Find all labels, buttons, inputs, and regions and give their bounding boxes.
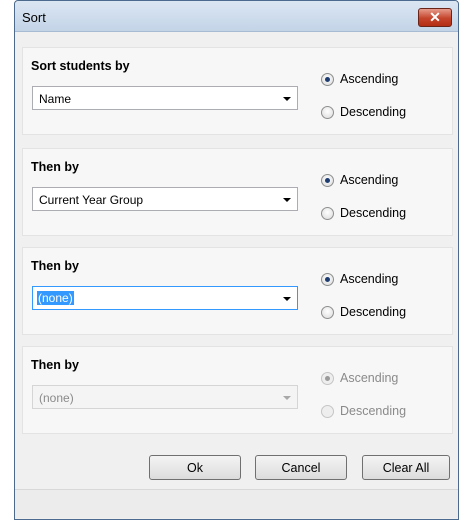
sort-students-by-label: Sort students by: [31, 59, 130, 73]
descending-radio-3[interactable]: Descending: [321, 304, 406, 320]
radio-button-icon: [321, 105, 334, 119]
then-by-label: Then by: [31, 160, 79, 174]
ascending-radio-4[interactable]: Ascending: [321, 370, 398, 386]
radio-button-icon: [321, 272, 334, 286]
sort-field-3-value: (none): [37, 291, 74, 305]
ascending-radio-3[interactable]: Ascending: [321, 271, 398, 287]
radio-button-icon: [321, 371, 334, 385]
sort-field-4-value: (none): [39, 391, 74, 405]
close-icon: ✕: [429, 9, 441, 25]
sort-group-2: Then by Current Year Group Ascending Des…: [22, 148, 453, 236]
chevron-down-icon: [283, 198, 291, 202]
descending-label: Descending: [340, 105, 407, 119]
then-by-label: Then by: [31, 259, 79, 273]
ascending-label: Ascending: [340, 173, 399, 187]
radio-button-icon: [321, 173, 334, 187]
then-by-label: Then by: [31, 358, 79, 372]
radio-button-icon: [321, 305, 334, 319]
descending-label: Descending: [340, 206, 407, 220]
sort-group-1: Sort students by Name Ascending Descendi…: [22, 47, 453, 135]
descending-radio-2[interactable]: Descending: [321, 205, 406, 221]
chevron-down-icon: [283, 297, 291, 301]
sort-field-1-dropdown[interactable]: Name: [32, 86, 298, 110]
sort-group-4: Then by (none) Ascending Descending: [22, 346, 453, 434]
ascending-label: Ascending: [340, 272, 399, 286]
descending-radio-1[interactable]: Descending: [321, 104, 406, 120]
radio-button-icon: [321, 404, 334, 418]
close-button[interactable]: ✕: [418, 8, 452, 27]
sort-field-2-value: Current Year Group: [39, 193, 144, 207]
chevron-down-icon: [283, 97, 291, 101]
cancel-button[interactable]: Cancel: [255, 455, 347, 480]
descending-label: Descending: [340, 404, 407, 418]
sort-field-1-value: Name: [39, 92, 72, 106]
sort-group-3: Then by (none) Ascending Descending: [22, 247, 453, 335]
chevron-down-icon: [283, 396, 291, 400]
dialog-footer: [15, 489, 458, 518]
descending-radio-4[interactable]: Descending: [321, 403, 406, 419]
ascending-label: Ascending: [340, 371, 399, 385]
sort-field-3-dropdown[interactable]: (none): [32, 286, 298, 310]
descending-label: Descending: [340, 305, 407, 319]
radio-button-icon: [321, 72, 334, 86]
sort-field-2-dropdown[interactable]: Current Year Group: [32, 187, 298, 211]
dialog-title: Sort: [22, 10, 46, 25]
title-bar[interactable]: Sort ✕: [15, 1, 458, 32]
sort-field-4-dropdown[interactable]: (none): [32, 385, 298, 409]
ascending-label: Ascending: [340, 72, 399, 86]
sort-dialog: Sort ✕ Sort students by Name Ascending D…: [14, 0, 459, 520]
clear-all-button[interactable]: Clear All: [362, 455, 450, 480]
ascending-radio-2[interactable]: Ascending: [321, 172, 398, 188]
ok-button[interactable]: Ok: [149, 455, 241, 480]
radio-button-icon: [321, 206, 334, 220]
ascending-radio-1[interactable]: Ascending: [321, 71, 398, 87]
